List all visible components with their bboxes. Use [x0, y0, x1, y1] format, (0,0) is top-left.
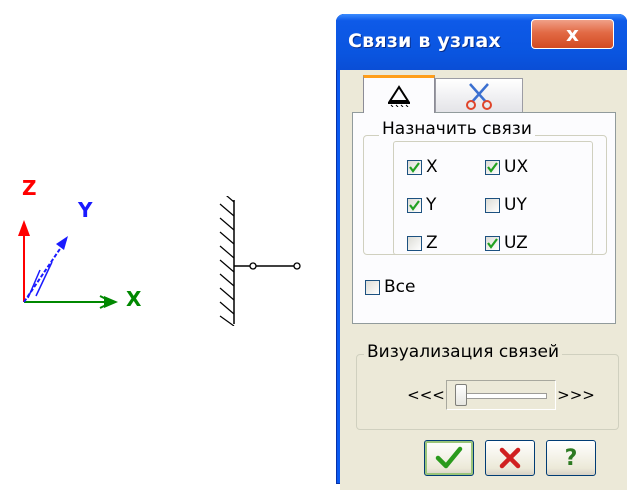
apply-button[interactable]: [424, 440, 474, 476]
assign-constraints-title: Назначить связи: [379, 119, 535, 139]
checkbox-all-box[interactable]: [365, 279, 380, 295]
visualization-title: Визуализация связей: [364, 342, 562, 362]
cancel-button[interactable]: [485, 440, 535, 476]
checkbox-all-label: Все: [384, 277, 416, 297]
checkbox-x-label: X: [426, 157, 438, 177]
scissors-icon: [466, 82, 492, 110]
x-axis-label: X: [126, 287, 142, 311]
checkbox-z-box[interactable]: [407, 235, 422, 251]
checkbox-uy-box[interactable]: [485, 197, 500, 213]
checkbox-all[interactable]: Все: [365, 277, 415, 297]
visualization-slider[interactable]: [446, 380, 556, 410]
checkbox-z-label: Z: [426, 233, 438, 253]
checkbox-ux-box[interactable]: [485, 159, 500, 175]
question-mark-icon: ?: [564, 445, 578, 471]
window-title: Связи в узлах: [348, 30, 501, 52]
checkmark-icon: [435, 446, 463, 469]
checkbox-uy[interactable]: UY: [485, 195, 527, 215]
checkbox-uy-label: UY: [504, 195, 527, 215]
z-axis-label: Z: [22, 176, 37, 200]
checkbox-uz[interactable]: UZ: [485, 233, 528, 253]
tab-release[interactable]: [435, 78, 523, 112]
checkbox-ux[interactable]: UX: [485, 157, 528, 177]
cross-icon: [499, 447, 521, 469]
title-bar[interactable]: Связи в узлах x: [336, 14, 627, 70]
increase-button[interactable]: >>>: [556, 386, 596, 404]
tab-supports[interactable]: [363, 75, 435, 113]
help-button[interactable]: ?: [546, 440, 596, 476]
checkbox-z[interactable]: Z: [407, 233, 438, 253]
check-icon: [487, 237, 498, 249]
slider-track: [455, 393, 547, 399]
checkbox-y-label: Y: [426, 195, 437, 215]
visualization-slider-row: <<< >>>: [406, 380, 596, 410]
node-constraints-dialog: Связи в узлах x Назначить связи X UX Y U…: [336, 14, 627, 490]
check-icon: [409, 199, 420, 211]
close-icon: x: [566, 22, 579, 46]
supports-tab-panel: Назначить связи X UX Y UY Z UZ Все: [352, 112, 616, 324]
checkbox-x-box[interactable]: [407, 159, 422, 175]
decrease-button[interactable]: <<<: [406, 386, 446, 404]
checkbox-y-box[interactable]: [407, 197, 422, 213]
check-icon: [409, 161, 420, 173]
checkbox-x[interactable]: X: [407, 157, 438, 177]
checkbox-uz-label: UZ: [504, 233, 528, 253]
support-symbol: [219, 196, 301, 326]
checkbox-y[interactable]: Y: [407, 195, 436, 215]
checkbox-uz-box[interactable]: [485, 235, 500, 251]
close-button[interactable]: x: [531, 19, 614, 49]
y-axis-label: Y: [78, 198, 93, 222]
checkbox-ux-label: UX: [504, 157, 529, 177]
slider-thumb[interactable]: [455, 384, 467, 406]
support-icon: [388, 84, 410, 107]
check-icon: [487, 161, 498, 173]
dialog-client-area: Назначить связи X UX Y UY Z UZ Все Визуа…: [340, 70, 627, 490]
